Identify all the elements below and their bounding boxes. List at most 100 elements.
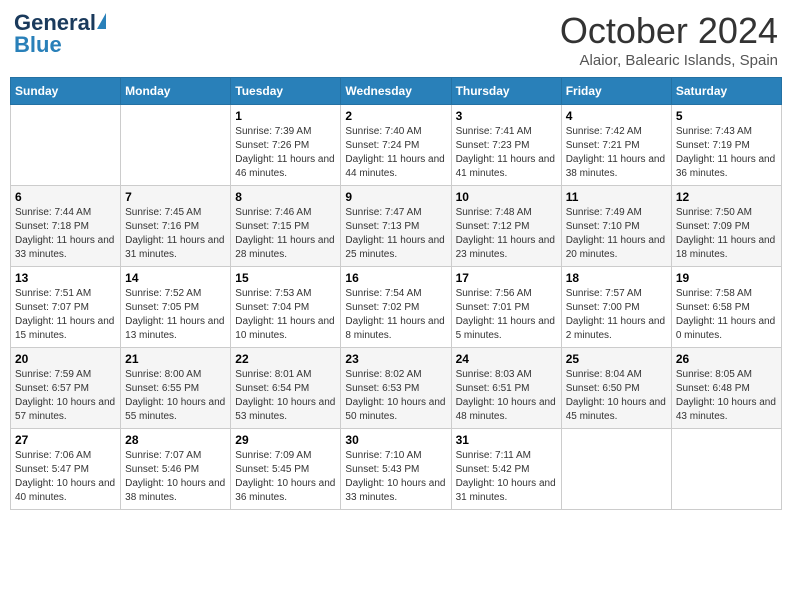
day-number: 27 (15, 433, 116, 447)
calendar-cell: 9 Sunrise: 7:47 AMSunset: 7:13 PMDaylight… (341, 186, 451, 267)
title-block: October 2024 Alaior, Balearic Islands, S… (560, 10, 778, 69)
calendar-cell: 20Sunrise: 7:59 AMSunset: 6:57 PMDayligh… (11, 348, 121, 429)
day-info: Sunrise: 7:40 AMSunset: 7:24 PMDaylight:… (345, 125, 446, 181)
month-title: October 2024 (560, 10, 778, 52)
calendar-week-2: 6Sunrise: 7:44 AMSunset: 7:18 PMDaylight… (11, 186, 782, 267)
day-info: Sunrise: 7:07 AMSunset: 5:46 PMDaylight:… (125, 449, 226, 505)
day-info: Sunrise: 7:44 AMSunset: 7:18 PMDaylight:… (15, 206, 116, 262)
calendar-cell: 31Sunrise: 7:11 AMSunset: 5:42 PMDayligh… (451, 429, 561, 510)
day-number: 3 (456, 109, 557, 123)
calendar-cell (11, 105, 121, 186)
calendar-cell: 22Sunrise: 8:01 AMSunset: 6:54 PMDayligh… (231, 348, 341, 429)
day-info: Sunrise: 8:03 AMSunset: 6:51 PMDaylight:… (456, 368, 557, 424)
day-number: 12 (676, 190, 777, 204)
day-number: 9 (345, 190, 446, 204)
header-day-tuesday: Tuesday (231, 78, 341, 105)
calendar-cell: 17 Sunrise: 7:56 AMSunset: 7:01 PMDayligh… (451, 267, 561, 348)
day-number: 21 (125, 352, 226, 366)
day-info: Sunrise: 8:04 AMSunset: 6:50 PMDaylight:… (566, 368, 667, 424)
day-number: 30 (345, 433, 446, 447)
day-info: Sunrise: 7:49 AMSunset: 7:10 PMDaylight:… (566, 206, 667, 262)
calendar-cell: 23 Sunrise: 8:02 AMSunset: 6:53 PMDayligh… (341, 348, 451, 429)
day-info: Sunrise: 7:46 AMSunset: 7:15 PMDaylight:… (235, 206, 336, 262)
calendar-cell: 24 Sunrise: 8:03 AMSunset: 6:51 PMDayligh… (451, 348, 561, 429)
calendar-cell: 30 Sunrise: 7:10 AMSunset: 5:43 PMDayligh… (341, 429, 451, 510)
logo-blue: Blue (14, 32, 62, 58)
day-number: 23 (345, 352, 446, 366)
day-info: Sunrise: 8:05 AMSunset: 6:48 PMDaylight:… (676, 368, 777, 424)
calendar-table: SundayMondayTuesdayWednesdayThursdayFrid… (10, 77, 782, 510)
calendar-cell: 27 Sunrise: 7:06 AMSunset: 5:47 PMDayligh… (11, 429, 121, 510)
calendar-header-row: SundayMondayTuesdayWednesdayThursdayFrid… (11, 78, 782, 105)
day-info: Sunrise: 7:58 AMSunset: 6:58 PMDaylight:… (676, 287, 777, 343)
day-info: Sunrise: 7:45 AMSunset: 7:16 PMDaylight:… (125, 206, 226, 262)
day-info: Sunrise: 7:53 AMSunset: 7:04 PMDaylight:… (235, 287, 336, 343)
day-number: 16 (345, 271, 446, 285)
header-day-monday: Monday (121, 78, 231, 105)
day-info: Sunrise: 7:54 AMSunset: 7:02 PMDaylight:… (345, 287, 446, 343)
day-number: 29 (235, 433, 336, 447)
calendar-cell: 2 Sunrise: 7:40 AMSunset: 7:24 PMDaylight… (341, 105, 451, 186)
day-number: 13 (15, 271, 116, 285)
day-info: Sunrise: 8:01 AMSunset: 6:54 PMDaylight:… (235, 368, 336, 424)
header-day-wednesday: Wednesday (341, 78, 451, 105)
day-info: Sunrise: 7:10 AMSunset: 5:43 PMDaylight:… (345, 449, 446, 505)
day-info: Sunrise: 8:02 AMSunset: 6:53 PMDaylight:… (345, 368, 446, 424)
day-info: Sunrise: 7:06 AMSunset: 5:47 PMDaylight:… (15, 449, 116, 505)
day-number: 17 (456, 271, 557, 285)
location: Alaior, Balearic Islands, Spain (560, 52, 778, 69)
page-header: General Blue October 2024 Alaior, Balear… (10, 10, 782, 69)
day-number: 10 (456, 190, 557, 204)
calendar-cell: 25 Sunrise: 8:04 AMSunset: 6:50 PMDayligh… (561, 348, 671, 429)
header-day-sunday: Sunday (11, 78, 121, 105)
calendar-cell: 7 Sunrise: 7:45 AMSunset: 7:16 PMDaylight… (121, 186, 231, 267)
day-info: Sunrise: 7:51 AMSunset: 7:07 PMDaylight:… (15, 287, 116, 343)
day-info: Sunrise: 8:00 AMSunset: 6:55 PMDaylight:… (125, 368, 226, 424)
day-info: Sunrise: 7:42 AMSunset: 7:21 PMDaylight:… (566, 125, 667, 181)
day-number: 4 (566, 109, 667, 123)
day-number: 5 (676, 109, 777, 123)
calendar-week-1: 1Sunrise: 7:39 AMSunset: 7:26 PMDaylight… (11, 105, 782, 186)
calendar-cell: 4 Sunrise: 7:42 AMSunset: 7:21 PMDaylight… (561, 105, 671, 186)
calendar-cell (561, 429, 671, 510)
calendar-cell: 14Sunrise: 7:52 AMSunset: 7:05 PMDayligh… (121, 267, 231, 348)
calendar-cell: 28 Sunrise: 7:07 AMSunset: 5:46 PMDayligh… (121, 429, 231, 510)
day-number: 11 (566, 190, 667, 204)
day-number: 26 (676, 352, 777, 366)
day-number: 2 (345, 109, 446, 123)
day-number: 25 (566, 352, 667, 366)
day-info: Sunrise: 7:41 AMSunset: 7:23 PMDaylight:… (456, 125, 557, 181)
day-number: 28 (125, 433, 226, 447)
calendar-cell: 5 Sunrise: 7:43 AMSunset: 7:19 PMDaylight… (671, 105, 781, 186)
calendar-cell: 26 Sunrise: 8:05 AMSunset: 6:48 PMDayligh… (671, 348, 781, 429)
calendar-week-3: 13 Sunrise: 7:51 AMSunset: 7:07 PMDayligh… (11, 267, 782, 348)
day-info: Sunrise: 7:59 AMSunset: 6:57 PMDaylight:… (15, 368, 116, 424)
calendar-cell: 16 Sunrise: 7:54 AMSunset: 7:02 PMDayligh… (341, 267, 451, 348)
day-info: Sunrise: 7:47 AMSunset: 7:13 PMDaylight:… (345, 206, 446, 262)
calendar-cell: 3 Sunrise: 7:41 AMSunset: 7:23 PMDaylight… (451, 105, 561, 186)
logo: General Blue (14, 10, 107, 58)
calendar-cell (671, 429, 781, 510)
day-info: Sunrise: 7:57 AMSunset: 7:00 PMDaylight:… (566, 287, 667, 343)
calendar-cell: 6Sunrise: 7:44 AMSunset: 7:18 PMDaylight… (11, 186, 121, 267)
calendar-week-4: 20Sunrise: 7:59 AMSunset: 6:57 PMDayligh… (11, 348, 782, 429)
day-number: 24 (456, 352, 557, 366)
day-number: 8 (235, 190, 336, 204)
logo-triangle-icon (97, 13, 106, 29)
day-number: 7 (125, 190, 226, 204)
day-info: Sunrise: 7:50 AMSunset: 7:09 PMDaylight:… (676, 206, 777, 262)
calendar-cell: 13 Sunrise: 7:51 AMSunset: 7:07 PMDayligh… (11, 267, 121, 348)
calendar-cell: 19Sunrise: 7:58 AMSunset: 6:58 PMDayligh… (671, 267, 781, 348)
calendar-week-5: 27 Sunrise: 7:06 AMSunset: 5:47 PMDayligh… (11, 429, 782, 510)
day-info: Sunrise: 7:56 AMSunset: 7:01 PMDaylight:… (456, 287, 557, 343)
day-number: 31 (456, 433, 557, 447)
calendar-cell: 1Sunrise: 7:39 AMSunset: 7:26 PMDaylight… (231, 105, 341, 186)
day-info: Sunrise: 7:43 AMSunset: 7:19 PMDaylight:… (676, 125, 777, 181)
calendar-cell: 18Sunrise: 7:57 AMSunset: 7:00 PMDayligh… (561, 267, 671, 348)
calendar-cell: 8 Sunrise: 7:46 AMSunset: 7:15 PMDaylight… (231, 186, 341, 267)
day-info: Sunrise: 7:09 AMSunset: 5:45 PMDaylight:… (235, 449, 336, 505)
calendar-cell: 21 Sunrise: 8:00 AMSunset: 6:55 PMDayligh… (121, 348, 231, 429)
calendar-cell: 11 Sunrise: 7:49 AMSunset: 7:10 PMDayligh… (561, 186, 671, 267)
calendar-cell: 10Sunrise: 7:48 AMSunset: 7:12 PMDayligh… (451, 186, 561, 267)
calendar-cell: 15Sunrise: 7:53 AMSunset: 7:04 PMDayligh… (231, 267, 341, 348)
